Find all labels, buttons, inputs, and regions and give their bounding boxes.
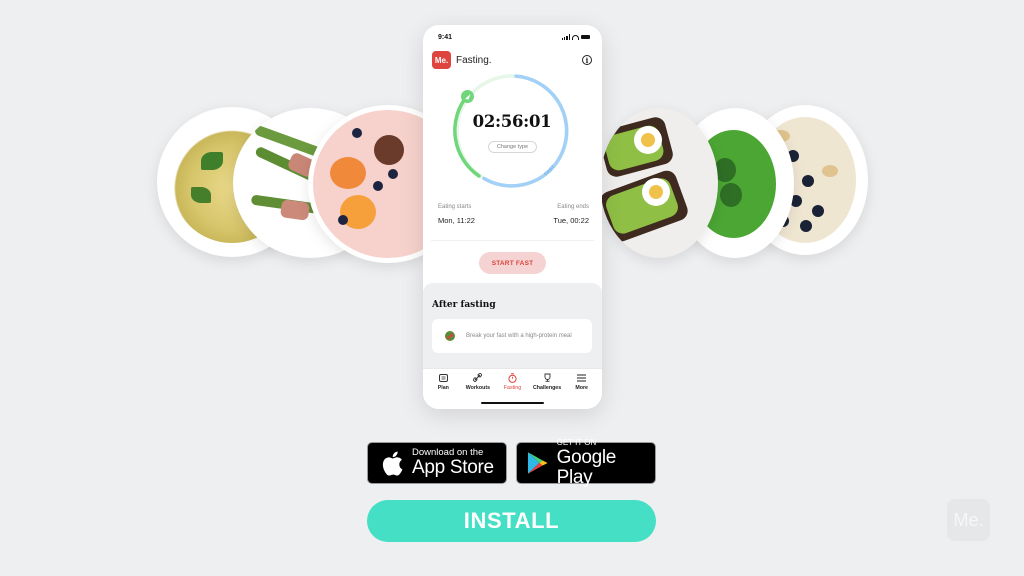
apple-icon xyxy=(382,451,403,476)
salad-icon xyxy=(445,331,455,341)
status-icons xyxy=(561,34,590,40)
info-icon[interactable]: i xyxy=(582,55,592,65)
tab-more-label: More xyxy=(575,385,588,391)
tab-plan[interactable]: Plan xyxy=(426,373,460,391)
after-fasting-card[interactable]: Break your fast with a high-protein meal xyxy=(432,319,592,353)
dumbbell-icon xyxy=(473,373,483,382)
status-bar: 9:41 xyxy=(438,32,590,42)
app-header: Me. Fasting. i xyxy=(432,51,592,69)
app-store-big-text: App Store xyxy=(412,457,494,478)
plate-avocado-toast xyxy=(600,108,718,258)
bottom-tab-bar: Plan Workouts Fasting Challenges More xyxy=(423,368,602,409)
eating-ends-value: Tue, 00:22 xyxy=(553,216,589,225)
tab-plan-label: Plan xyxy=(437,385,449,391)
eating-window: Eating starts Mon, 11:22 Eating ends Tue… xyxy=(438,204,589,225)
eating-ends-label: Eating ends xyxy=(557,204,589,210)
brand-watermark: Me. xyxy=(947,499,990,541)
wifi-icon xyxy=(572,34,579,40)
divider xyxy=(431,240,594,241)
tab-challenges[interactable]: Challenges xyxy=(530,373,564,391)
eating-ends[interactable]: Eating ends Tue, 00:22 xyxy=(553,204,589,225)
tab-fasting-label: Fasting xyxy=(503,385,522,391)
menu-icon xyxy=(577,373,587,382)
stopwatch-icon xyxy=(508,372,517,383)
ring-handle[interactable] xyxy=(461,90,474,103)
install-button[interactable]: INSTALL xyxy=(367,500,656,542)
google-play-button[interactable]: GET IT ON Google Play xyxy=(516,438,656,488)
google-play-big-text: Google Play xyxy=(556,447,617,488)
fasting-ring: FAST 02:56:01 Change type xyxy=(453,72,571,190)
after-fasting-section: After fasting Break your fast with a hig… xyxy=(423,283,602,368)
eating-starts[interactable]: Eating starts Mon, 11:22 xyxy=(438,204,475,225)
ring-svg: FAST xyxy=(453,74,569,188)
app-logo: Me. xyxy=(432,51,451,69)
plan-icon xyxy=(438,373,448,382)
tab-challenges-label: Challenges xyxy=(532,385,562,391)
after-fasting-text: Break your fast with a high-protein meal xyxy=(466,333,572,339)
tab-more[interactable]: More xyxy=(565,373,599,391)
phone-mockup: 9:41 Me. Fasting. i FAST 02:56:01 Change xyxy=(423,25,602,409)
home-indicator xyxy=(481,401,544,404)
start-fast-button[interactable]: START FAST xyxy=(479,252,546,274)
tab-fasting[interactable]: Fasting xyxy=(495,372,529,391)
eating-starts-value: Mon, 11:22 xyxy=(438,216,475,225)
trophy-icon xyxy=(543,373,552,382)
app-title: Fasting. xyxy=(456,54,492,66)
eating-starts-label: Eating starts xyxy=(438,204,472,210)
tab-workouts[interactable]: Workouts xyxy=(461,373,495,391)
after-fasting-title: After fasting xyxy=(432,300,496,310)
change-type-button[interactable]: Change type xyxy=(488,141,537,153)
fasting-timer: 02:56:01 xyxy=(472,112,552,131)
google-play-icon xyxy=(527,452,548,474)
tab-workouts-label: Workouts xyxy=(465,385,491,391)
status-time: 9:41 xyxy=(438,33,453,41)
ad-stage: 9:41 Me. Fasting. i FAST 02:56:01 Change xyxy=(0,0,1024,576)
app-store-button[interactable]: Download on the App Store xyxy=(367,442,507,484)
battery-icon xyxy=(581,35,590,39)
signal-icon xyxy=(561,34,570,40)
